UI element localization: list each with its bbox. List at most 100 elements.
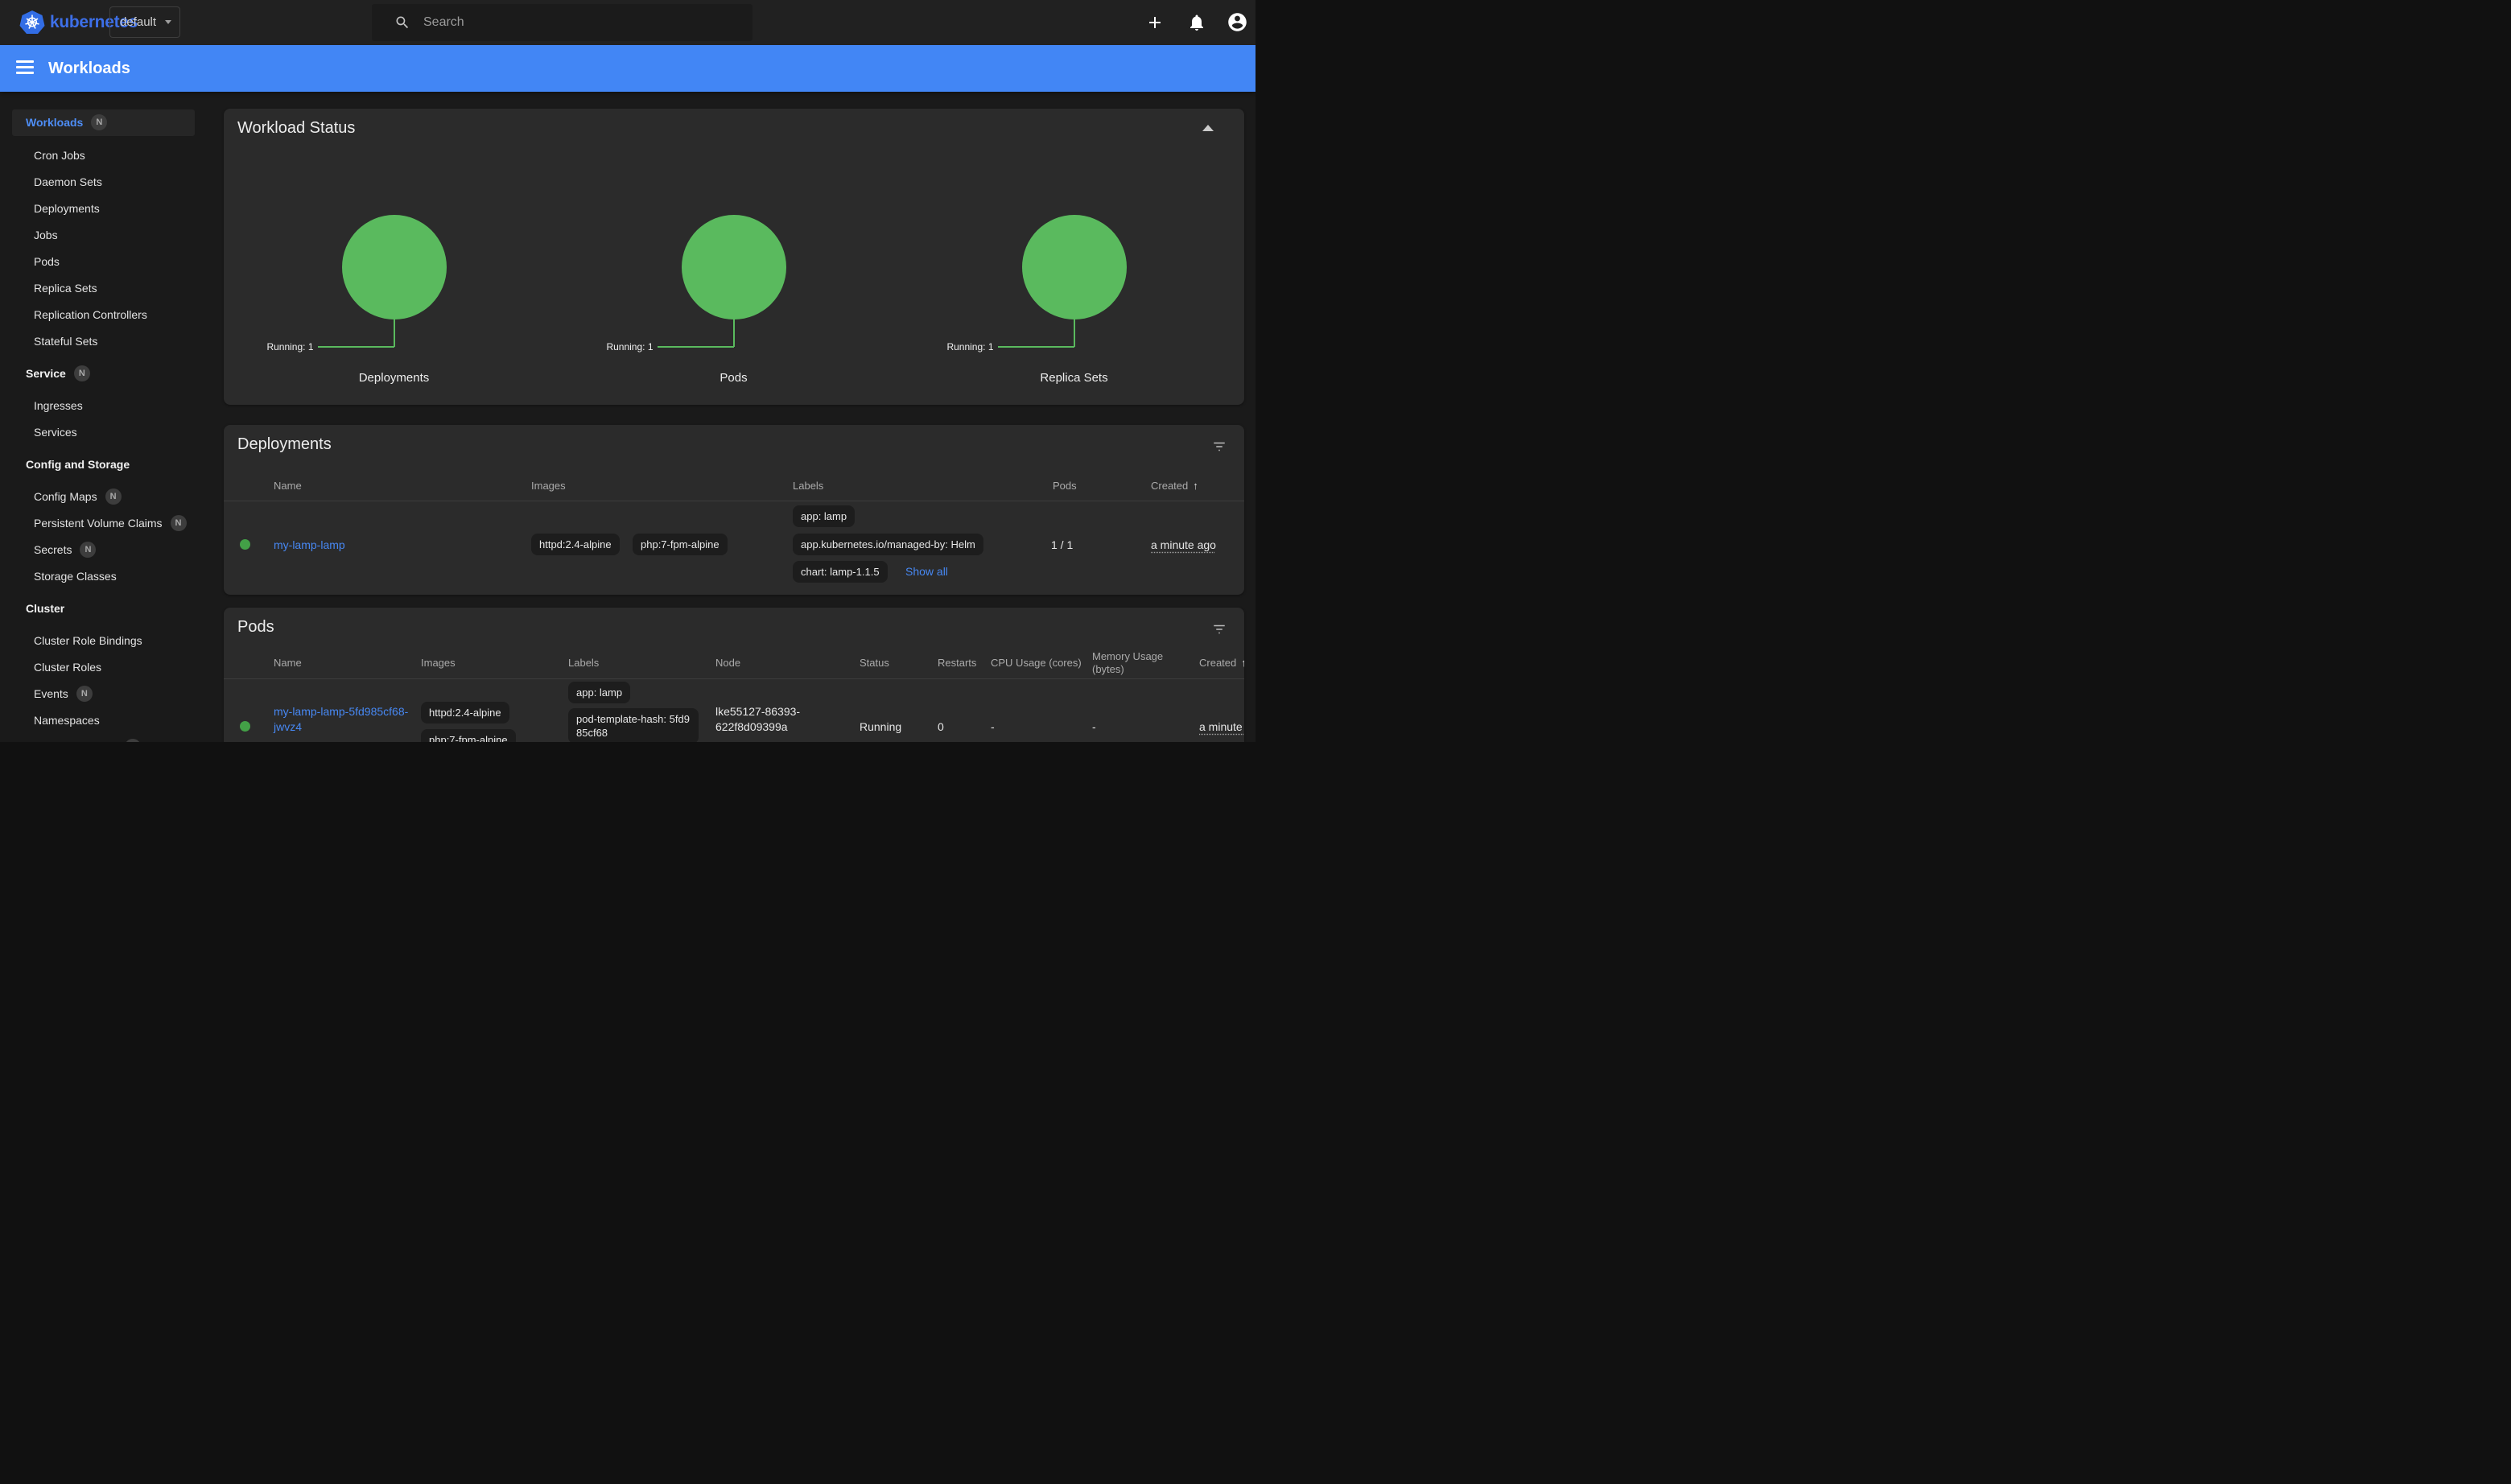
chart-annotation: Running: 1 bbox=[237, 341, 314, 352]
hamburger-menu-icon[interactable] bbox=[16, 60, 34, 76]
pie-chart bbox=[342, 215, 447, 319]
column-header-labels: Labels bbox=[568, 657, 599, 669]
sidebar-item-ingresses[interactable]: Ingresses bbox=[0, 393, 209, 419]
status-ok-icon bbox=[240, 539, 250, 550]
sidebar-item-secrets[interactable]: SecretsN bbox=[0, 537, 209, 563]
search-input[interactable] bbox=[423, 4, 737, 41]
image-chip: php:7-fpm-alpine bbox=[633, 534, 728, 555]
workload-status-title: Workload Status bbox=[237, 119, 355, 138]
chart-connector-line bbox=[998, 346, 1074, 348]
filter-icon[interactable] bbox=[1212, 622, 1227, 637]
pod-name-link[interactable]: my-lamp-lamp-5fd985cf68-jwvz4 bbox=[274, 704, 415, 735]
memory-usage-cell: - bbox=[1092, 720, 1096, 733]
column-header-pods: Pods bbox=[1053, 480, 1077, 492]
sidebar-item-replication-controllers[interactable]: Replication Controllers bbox=[0, 302, 209, 328]
chart-connector-line bbox=[658, 346, 734, 348]
sidebar-section-service[interactable]: ServiceN bbox=[0, 361, 209, 387]
sidebar-item-daemon-sets[interactable]: Daemon Sets bbox=[0, 169, 209, 196]
sidebar-item-namespaces[interactable]: Namespaces bbox=[0, 707, 209, 734]
pods-card: Pods Name Images Labels Node Status Rest… bbox=[224, 608, 1244, 742]
label-chip: chart: lamp-1.1.5 bbox=[793, 561, 888, 583]
notifications-bell-icon[interactable] bbox=[1187, 13, 1206, 32]
sidebar-item-events[interactable]: EventsN bbox=[0, 681, 209, 707]
sort-ascending-icon: ↑ bbox=[1241, 657, 1244, 669]
namespaced-badge: N bbox=[76, 686, 93, 702]
namespaced-badge: N bbox=[91, 114, 107, 130]
chart-connector-line bbox=[394, 318, 395, 347]
sidebar-item-workloads[interactable]: WorkloadsN bbox=[12, 109, 195, 136]
sidebar-item-deployments[interactable]: Deployments bbox=[0, 196, 209, 222]
sidebar-item-persistent-volume-claims[interactable]: Persistent Volume ClaimsN bbox=[0, 510, 209, 537]
collapse-card-button[interactable] bbox=[1202, 125, 1214, 131]
add-resource-button[interactable] bbox=[1145, 13, 1165, 32]
sidebar-item-services[interactable]: Services bbox=[0, 419, 209, 446]
chart-title: Deployments bbox=[224, 371, 564, 385]
namespaced-badge: N bbox=[171, 515, 187, 531]
column-header-cpu-usage: CPU Usage (cores) bbox=[991, 657, 1082, 669]
sidebar-item-cluster-role-bindings[interactable]: Cluster Role Bindings bbox=[0, 628, 209, 654]
created-cell: a minute ago bbox=[1199, 720, 1244, 733]
sidebar-section-cluster: Cluster bbox=[0, 596, 209, 622]
sidebar-item-cron-jobs[interactable]: Cron Jobs bbox=[0, 142, 209, 169]
column-header-status: Status bbox=[860, 657, 889, 669]
chart-annotation: Running: 1 bbox=[917, 341, 994, 352]
namespaced-badge: N bbox=[74, 365, 90, 381]
label-chip: pod-template-hash: 5fd985cf68 bbox=[568, 708, 699, 742]
workload-status-card: Workload Status Running: 1 Deployments R… bbox=[224, 109, 1244, 405]
sidebar-item-stateful-sets[interactable]: Stateful Sets bbox=[0, 328, 209, 355]
sidebar-item-cluster-roles[interactable]: Cluster Roles bbox=[0, 654, 209, 681]
table-divider bbox=[224, 678, 1244, 679]
column-header-created-sort[interactable]: Created↑ bbox=[1199, 657, 1244, 669]
column-header-images: Images bbox=[531, 480, 566, 492]
app-bar: Workloads bbox=[0, 45, 1256, 92]
sort-ascending-icon: ↑ bbox=[1193, 480, 1198, 492]
pods-count-cell: 1 / 1 bbox=[1051, 538, 1073, 551]
filter-icon[interactable] bbox=[1212, 439, 1227, 454]
chart-title: Replica Sets bbox=[904, 371, 1244, 385]
cpu-usage-cell: - bbox=[991, 720, 995, 733]
deployments-title: Deployments bbox=[237, 435, 332, 454]
show-all-labels-link[interactable]: Show all bbox=[905, 565, 948, 578]
column-header-name: Name bbox=[274, 657, 302, 669]
pods-status-chart: Running: 1 Pods bbox=[563, 215, 904, 319]
sidebar-item-storage-classes[interactable]: Storage Classes bbox=[0, 563, 209, 590]
namespace-selector-value: default bbox=[120, 7, 156, 37]
deployments-status-chart: Running: 1 Deployments bbox=[224, 215, 564, 319]
user-avatar-button[interactable] bbox=[1227, 11, 1246, 31]
column-header-images: Images bbox=[421, 657, 456, 669]
kubernetes-logo-icon[interactable] bbox=[19, 10, 45, 35]
replica-sets-status-chart: Running: 1 Replica Sets bbox=[904, 215, 1244, 319]
sidebar-nav: WorkloadsN Cron Jobs Daemon Sets Deploym… bbox=[0, 92, 209, 742]
chart-connector-line bbox=[1074, 318, 1075, 347]
namespace-selector[interactable]: default bbox=[109, 6, 180, 38]
chevron-down-icon bbox=[165, 20, 171, 24]
sidebar-section-config-and-storage: Config and Storage bbox=[0, 451, 209, 478]
deployment-name-link[interactable]: my-lamp-lamp bbox=[274, 538, 345, 551]
sidebar-item-pods[interactable]: Pods bbox=[0, 249, 209, 275]
chart-connector-line bbox=[318, 346, 394, 348]
chart-connector-line bbox=[733, 318, 735, 347]
column-header-created-sort[interactable]: Created↑ bbox=[1151, 480, 1198, 492]
sidebar-item-replica-sets[interactable]: Replica Sets bbox=[0, 275, 209, 302]
column-header-restarts: Restarts bbox=[938, 657, 976, 669]
sidebar-item-network-policies[interactable]: Network PoliciesN bbox=[0, 734, 209, 742]
column-header-memory-usage: Memory Usage (bytes) bbox=[1092, 650, 1174, 676]
restarts-cell: 0 bbox=[938, 720, 944, 733]
search-bar bbox=[372, 4, 752, 41]
chart-title: Pods bbox=[563, 371, 904, 385]
deployments-card: Deployments Name Images Labels Pods Crea… bbox=[224, 425, 1244, 595]
sidebar-item-config-maps[interactable]: Config MapsN bbox=[0, 484, 209, 510]
node-cell: lke55127-86393-622f8d09399a bbox=[715, 704, 812, 735]
column-header-name: Name bbox=[274, 480, 302, 492]
sidebar-item-jobs[interactable]: Jobs bbox=[0, 222, 209, 249]
column-header-node: Node bbox=[715, 657, 740, 669]
created-cell: a minute ago bbox=[1151, 538, 1216, 551]
label-chip: app: lamp bbox=[793, 505, 855, 527]
image-chip: httpd:2.4-alpine bbox=[531, 534, 620, 555]
namespaced-badge: N bbox=[105, 488, 122, 505]
app-header: kubernetes default bbox=[0, 0, 1256, 45]
status-cell: Running bbox=[860, 720, 901, 733]
pie-chart bbox=[682, 215, 786, 319]
image-chip: php:7-fpm-alpine bbox=[421, 729, 516, 742]
namespaced-badge: N bbox=[125, 739, 141, 742]
